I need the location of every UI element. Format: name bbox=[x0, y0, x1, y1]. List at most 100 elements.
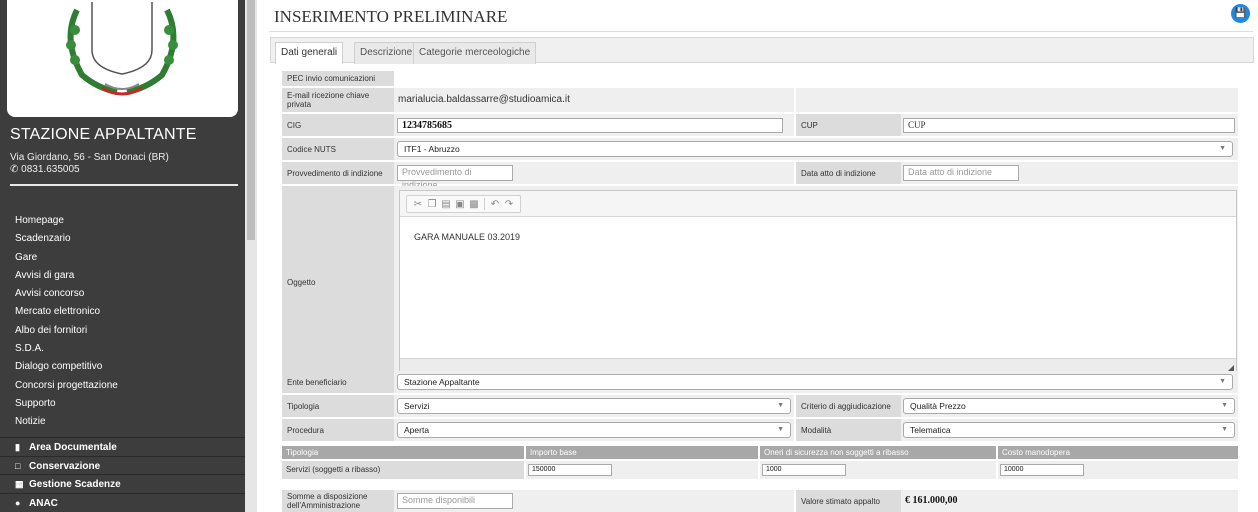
chevron-down-icon: ▼ bbox=[777, 402, 784, 409]
menu-item-homepage[interactable]: Homepage bbox=[15, 212, 118, 230]
cig-input[interactable]: 1234785685 bbox=[397, 118, 783, 133]
cell-tipologia: Servizi (soggetti a ribasso) bbox=[282, 461, 524, 479]
sidebar-scrollbar[interactable] bbox=[245, 0, 257, 512]
scrollbar-thumb[interactable] bbox=[247, 0, 255, 240]
tab-descrizione[interactable]: Descrizione bbox=[354, 42, 419, 64]
oggetto-editor[interactable]: ✂ ❐ ▤ ▣ ▩ ↶ ↷ GARA MANUALE 03.2019 bbox=[399, 190, 1237, 375]
phone-text: 0831.635005 bbox=[21, 164, 80, 175]
menu-item-concorsi-progettazione[interactable]: Concorsi progettazione bbox=[15, 377, 118, 395]
menu-item-dialogo-competitivo[interactable]: Dialogo competitivo bbox=[15, 358, 118, 376]
importo-input[interactable]: 150000 bbox=[528, 464, 612, 476]
menu-item-avvisi-di-gara[interactable]: Avvisi di gara bbox=[15, 267, 118, 285]
redo-icon[interactable]: ↷ bbox=[502, 199, 516, 210]
pec-label: PEC invio comunicazioni bbox=[282, 71, 394, 86]
menu-item-albo-fornitori[interactable]: Albo dei fornitori bbox=[15, 322, 118, 340]
section-gestione-scadenze[interactable]: ▦ Gestione Scadenze bbox=[0, 474, 245, 493]
calendar-icon: ▦ bbox=[15, 479, 24, 489]
row-somme: Somme a disposizione dell'Amministrazion… bbox=[282, 490, 1238, 512]
row-cig-cup: CIG 1234785685 CUP CUP bbox=[282, 114, 1238, 136]
page-title: INSERIMENTO PRELIMINARE bbox=[274, 7, 508, 26]
modalita-cell: Telematica ▼ bbox=[901, 419, 1238, 441]
ente-label: Ente beneficiario bbox=[282, 371, 394, 393]
oneri-input[interactable]: 1000 bbox=[762, 464, 846, 476]
data-atto-input[interactable]: Data atto di indizione bbox=[903, 165, 1019, 181]
row-procedura: Procedura Aperta ▼ Modalità Telematica ▼ bbox=[282, 419, 1238, 441]
sidebar: STAZIONE APPALTANTE Via Giordano, 56 - S… bbox=[0, 0, 245, 512]
row-pec: PEC invio comunicazioni bbox=[282, 71, 1238, 86]
paste-icon[interactable]: ▤ bbox=[439, 199, 453, 210]
cup-label: CUP bbox=[796, 114, 901, 136]
criterio-select[interactable]: Qualità Prezzo ▼ bbox=[903, 398, 1235, 414]
tab-dati-generali[interactable]: Dati generali bbox=[275, 42, 344, 64]
cig-cell: 1234785685 bbox=[394, 114, 794, 136]
ente-select[interactable]: Stazione Appaltante ▼ bbox=[397, 374, 1233, 390]
col-header-costo: Costo manodopera bbox=[998, 446, 1238, 459]
editor-content[interactable]: GARA MANUALE 03.2019 bbox=[414, 232, 520, 242]
cup-input[interactable]: CUP bbox=[903, 118, 1235, 133]
criterio-cell: Qualità Prezzo ▼ bbox=[901, 395, 1238, 417]
section-area-documentale[interactable]: ▮ Area Documentale bbox=[0, 437, 245, 456]
provv-cell: Provvedimento di indizione bbox=[394, 162, 794, 190]
nuts-select[interactable]: ITF1 - Abruzzo ▼ bbox=[397, 141, 1233, 157]
chevron-down-icon: ▼ bbox=[1219, 378, 1226, 385]
menu-item-supporto[interactable]: Supporto bbox=[15, 395, 118, 413]
modalita-selected: Telematica bbox=[910, 425, 951, 435]
criterio-selected: Qualità Prezzo bbox=[910, 401, 966, 411]
logo bbox=[7, 0, 238, 117]
menu-item-mercato-elettronico[interactable]: Mercato elettronico bbox=[15, 303, 118, 321]
email-label: E-mail ricezione chiave privata bbox=[282, 88, 394, 112]
data-atto-cell: Data atto di indizione bbox=[901, 162, 1238, 184]
cut-icon[interactable]: ✂ bbox=[411, 199, 425, 210]
modalita-label: Modalità bbox=[796, 419, 901, 441]
somme-input[interactable]: Somme disponibili bbox=[397, 493, 513, 509]
oggetto-label: Oggetto bbox=[282, 186, 394, 378]
menu-item-scadenzario[interactable]: Scadenzario bbox=[15, 230, 118, 248]
menu-item-gare[interactable]: Gare bbox=[15, 249, 118, 267]
col-header-tipologia: Tipologia bbox=[282, 446, 524, 459]
chevron-down-icon: ▼ bbox=[777, 426, 784, 433]
nuts-selected: ITF1 - Abruzzo bbox=[404, 144, 460, 154]
criterio-label: Criterio di aggiudicazione bbox=[796, 395, 901, 417]
title-divider bbox=[269, 31, 1253, 32]
menu-item-notizie[interactable]: Notizie bbox=[15, 413, 118, 431]
section-conservazione[interactable]: □ Conservazione bbox=[0, 455, 245, 475]
tab-categorie-merceologiche[interactable]: Categorie merceologiche bbox=[413, 42, 537, 64]
procedura-label: Procedura bbox=[282, 419, 394, 441]
tipologia-selected: Servizi bbox=[404, 401, 430, 411]
file-icon: □ bbox=[15, 460, 21, 471]
tipologia-select[interactable]: Servizi ▼ bbox=[397, 398, 791, 414]
book-icon: ▮ bbox=[15, 442, 20, 452]
paste-word-icon[interactable]: ▩ bbox=[467, 199, 481, 210]
row-nuts: Codice NUTS ITF1 - Abruzzo ▼ bbox=[282, 138, 1238, 160]
save-icon[interactable]: 💾 bbox=[1231, 4, 1250, 23]
editor-toolbar: ✂ ❐ ▤ ▣ ▩ ↶ ↷ bbox=[400, 191, 1236, 217]
undo-icon[interactable]: ↶ bbox=[488, 199, 502, 210]
address-text: Via Giordano, 56 - San Donaci (BR) bbox=[10, 152, 169, 163]
cell-costo: 10000 bbox=[998, 461, 1238, 479]
sidebar-divider bbox=[10, 184, 238, 186]
section-label: ANAC bbox=[29, 497, 58, 509]
row-tipologia: Tipologia Servizi ▼ Criterio di aggiudica… bbox=[282, 395, 1238, 417]
valore-value: € 161.000,00 bbox=[905, 495, 958, 506]
provv-label: Provvedimento di indizione bbox=[282, 162, 394, 184]
editor-button-group: ✂ ❐ ▤ ▣ ▩ ↶ ↷ bbox=[406, 195, 521, 213]
copy-icon[interactable]: ❐ bbox=[425, 199, 439, 210]
costo-input[interactable]: 10000 bbox=[1000, 464, 1084, 476]
ente-cell: Stazione Appaltante ▼ bbox=[394, 371, 1238, 393]
provv-input[interactable]: Provvedimento di indizione bbox=[397, 165, 513, 190]
row-ente: Ente beneficiario Stazione Appaltante ▼ bbox=[282, 371, 1238, 393]
chevron-down-icon: ▼ bbox=[1221, 426, 1228, 433]
email-empty-cell bbox=[796, 88, 1238, 112]
chevron-down-icon: ▼ bbox=[1219, 145, 1226, 152]
paste-text-icon[interactable]: ▣ bbox=[453, 199, 467, 210]
section-anac[interactable]: ● ANAC bbox=[0, 492, 245, 512]
modalita-select[interactable]: Telematica ▼ bbox=[903, 422, 1235, 438]
cell-oneri: 1000 bbox=[760, 461, 996, 479]
row-email: E-mail ricezione chiave privata marialuc… bbox=[282, 88, 1238, 112]
col-header-importo: Importo base bbox=[526, 446, 758, 459]
menu-item-sda[interactable]: S.D.A. bbox=[15, 340, 118, 358]
menu-item-avvisi-concorso[interactable]: Avvisi concorso bbox=[15, 285, 118, 303]
col-header-oneri: Oneri di sicurezza non soggetti a ribass… bbox=[760, 446, 996, 459]
procedura-select[interactable]: Aperta ▼ bbox=[397, 422, 791, 438]
section-label: Conservazione bbox=[29, 460, 101, 472]
